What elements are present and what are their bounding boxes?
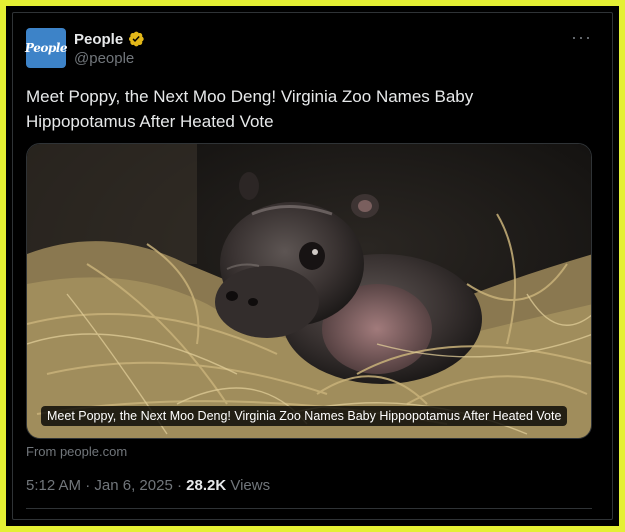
display-name[interactable]: People: [74, 31, 123, 48]
post-time[interactable]: 5:12 AM: [26, 477, 81, 494]
hippo-photo: [27, 144, 591, 438]
avatar-logo-text: People: [25, 41, 67, 55]
views-count[interactable]: 28.2K: [186, 477, 226, 494]
verified-badge-icon: [129, 31, 144, 47]
post-header: People People @people ···: [25, 28, 596, 72]
more-options-icon[interactable]: ···: [571, 28, 592, 46]
divider: [26, 508, 592, 509]
post-date[interactable]: Jan 6, 2025: [94, 477, 172, 494]
meta-separator: ·: [176, 477, 182, 494]
media-card-title: Meet Poppy, the Next Moo Deng! Virginia …: [41, 406, 568, 426]
post-text: Meet Poppy, the Next Moo Deng! Virginia …: [26, 87, 474, 131]
post-meta: 5:12 AM · Jan 6, 2025 · 28.2K Views: [26, 477, 270, 494]
avatar[interactable]: People: [25, 28, 67, 68]
link-source[interactable]: From people.com: [26, 444, 127, 459]
name-row: People: [74, 30, 145, 48]
views-label: Views: [230, 477, 271, 494]
post-media-card[interactable]: Meet Poppy, the Next Moo Deng! Virginia …: [26, 143, 592, 439]
meta-separator: ·: [85, 477, 91, 494]
author-handle[interactable]: @people: [74, 50, 134, 67]
